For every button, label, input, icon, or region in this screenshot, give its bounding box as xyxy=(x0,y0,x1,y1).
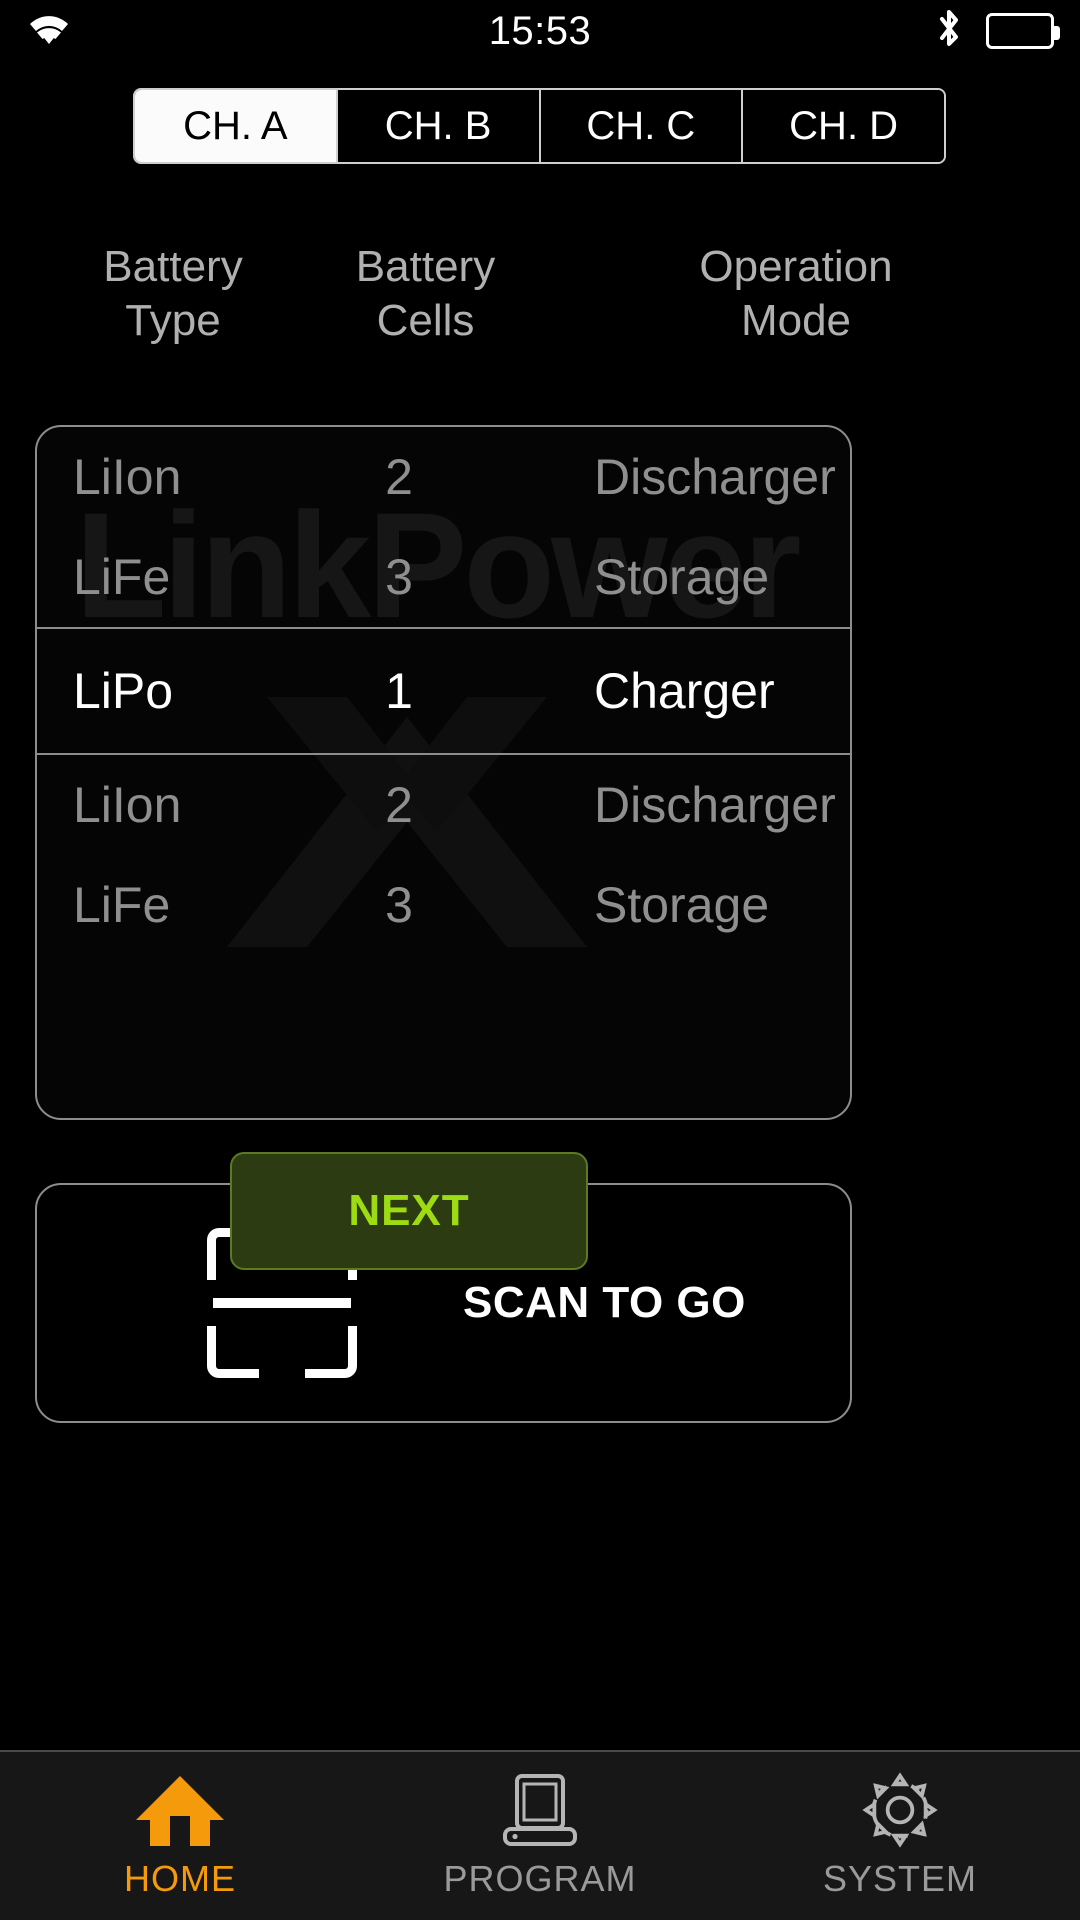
scan-to-go-label: SCAN TO GO xyxy=(463,1278,746,1327)
battery-selector-card[interactable]: LinkPower LiIon 2 Discharger LiFe 3 Stor… xyxy=(35,425,852,1120)
home-icon xyxy=(132,1772,228,1848)
table-row-selected[interactable]: LiPo 1 Charger xyxy=(37,627,850,755)
table-row[interactable]: LiFe 3 Storage xyxy=(37,527,850,627)
cell-battery-cells: 2 xyxy=(385,777,413,833)
nav-item-home[interactable]: HOME xyxy=(0,1752,360,1920)
cell-battery-type: LiIon xyxy=(73,449,182,505)
battery-icon xyxy=(986,13,1060,49)
nav-label-program: PROGRAM xyxy=(443,1858,637,1899)
cell-battery-cells: 3 xyxy=(385,877,413,933)
channel-tabs[interactable]: CH. A CH. B CH. C CH. D xyxy=(133,88,946,164)
tab-channel-d[interactable]: CH. D xyxy=(743,90,944,162)
cell-battery-cells: 3 xyxy=(385,549,413,605)
gear-icon xyxy=(860,1772,940,1848)
cell-operation-mode: Discharger xyxy=(594,449,836,505)
tab-channel-c[interactable]: CH. C xyxy=(540,90,744,162)
cell-battery-cells: 1 xyxy=(385,663,413,719)
nav-label-system: SYSTEM xyxy=(822,1858,978,1899)
tab-channel-a[interactable]: CH. A xyxy=(135,90,338,162)
column-headers: Battery Type Battery Cells Operation Mod… xyxy=(35,240,1045,345)
nav-label-home: HOME xyxy=(124,1858,236,1899)
bottom-navigation[interactable]: HOME PROGRAM SYSTEM xyxy=(0,1750,1080,1920)
cell-battery-type: LiFe xyxy=(73,877,171,933)
cell-operation-mode: Storage xyxy=(594,877,770,933)
next-button[interactable]: NEXT xyxy=(230,1152,588,1270)
tab-channel-b[interactable]: CH. B xyxy=(337,90,541,162)
battery-option-rows[interactable]: LiIon 2 Discharger LiFe 3 Storage LiPo 1… xyxy=(37,427,850,955)
column-header-battery-cells: Battery Cells xyxy=(355,242,496,345)
column-header-operation-mode: Operation Mode xyxy=(699,242,893,345)
table-row[interactable]: LiIon 2 Discharger xyxy=(37,427,850,527)
cell-battery-type: LiIon xyxy=(73,777,182,833)
laptop-icon xyxy=(495,1772,585,1848)
cell-operation-mode: Charger xyxy=(594,663,775,719)
cell-battery-type: LiFe xyxy=(73,549,171,605)
status-bar-clock: 15:53 xyxy=(488,8,592,53)
table-row[interactable]: LiIon 2 Discharger xyxy=(37,755,850,855)
nav-item-system[interactable]: SYSTEM xyxy=(720,1752,1080,1920)
cell-operation-mode: Discharger xyxy=(594,777,836,833)
table-row[interactable]: LiFe 3 Storage xyxy=(37,855,850,955)
column-header-battery-type: Battery Type xyxy=(103,242,243,345)
cell-battery-type: LiPo xyxy=(73,663,174,719)
status-bar: 15:53 xyxy=(0,0,1080,62)
nav-item-program[interactable]: PROGRAM xyxy=(360,1752,720,1920)
cell-battery-cells: 2 xyxy=(385,449,413,505)
cell-operation-mode: Storage xyxy=(594,549,770,605)
